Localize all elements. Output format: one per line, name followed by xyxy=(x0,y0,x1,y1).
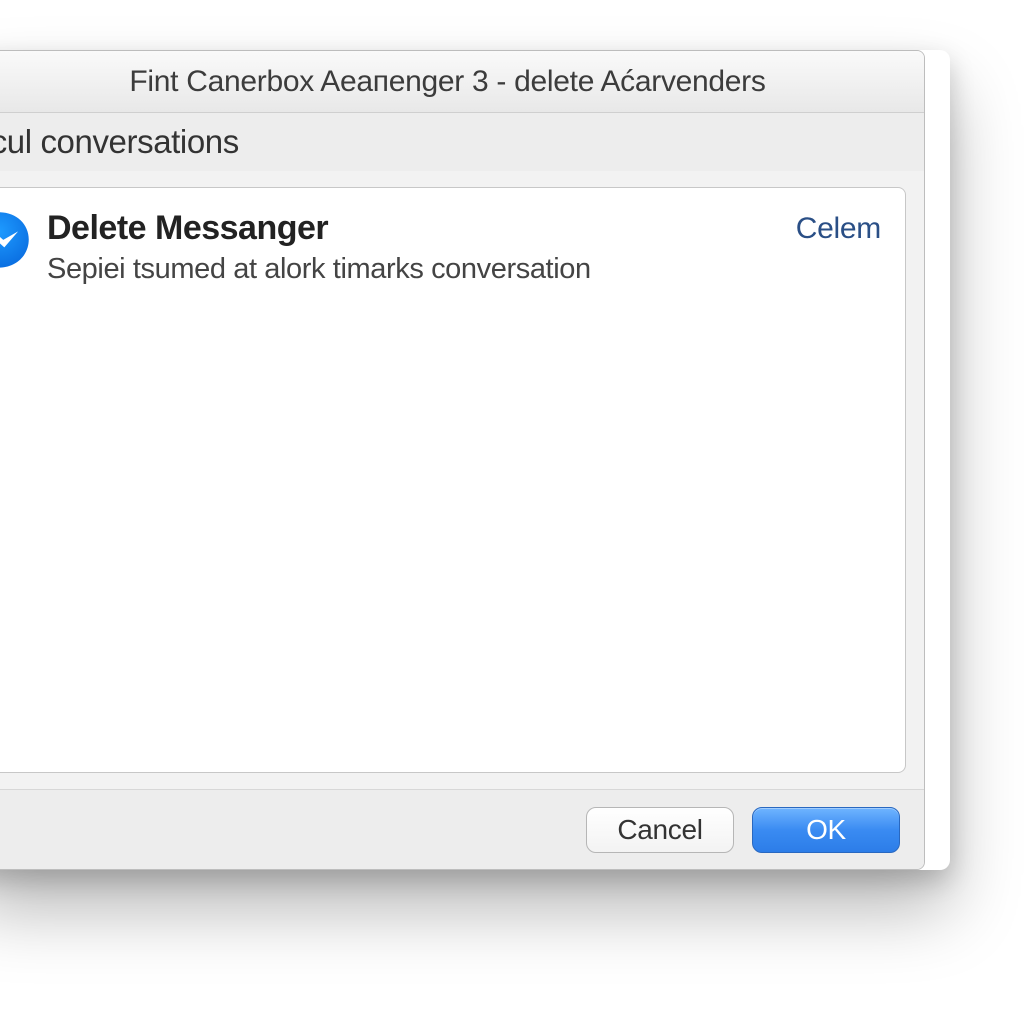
item-title: Delete Messanger xyxy=(47,210,782,247)
item-subtitle: Sepiei tsumed at alork timarks conversat… xyxy=(47,253,782,286)
cancel-button[interactable]: Cancel xyxy=(586,807,734,853)
button-bar: Cancel OK xyxy=(0,789,924,869)
item-action-link[interactable]: Celem xyxy=(796,206,885,246)
content-area: Delete Messanger Sepiei tsumed at alork … xyxy=(0,171,924,789)
list-item[interactable]: Delete Messanger Sepiei tsumed at alork … xyxy=(0,188,905,304)
ok-button[interactable]: OK xyxy=(752,807,900,853)
window-title: Fint Canerbox Aeaпenger 3 - delete Aćarv… xyxy=(129,65,765,99)
section-header: ticul conversations xyxy=(0,113,924,171)
item-text-block: Delete Messanger Sepiei tsumed at alork … xyxy=(47,206,782,286)
messenger-icon xyxy=(0,208,33,276)
section-header-label: ticul conversations xyxy=(0,123,239,161)
dialog-window: Fint Canerbox Aeaпenger 3 - delete Aćarv… xyxy=(0,50,925,870)
titlebar[interactable]: Fint Canerbox Aeaпenger 3 - delete Aćarv… xyxy=(0,51,924,113)
conversation-list: Delete Messanger Sepiei tsumed at alork … xyxy=(0,187,906,773)
